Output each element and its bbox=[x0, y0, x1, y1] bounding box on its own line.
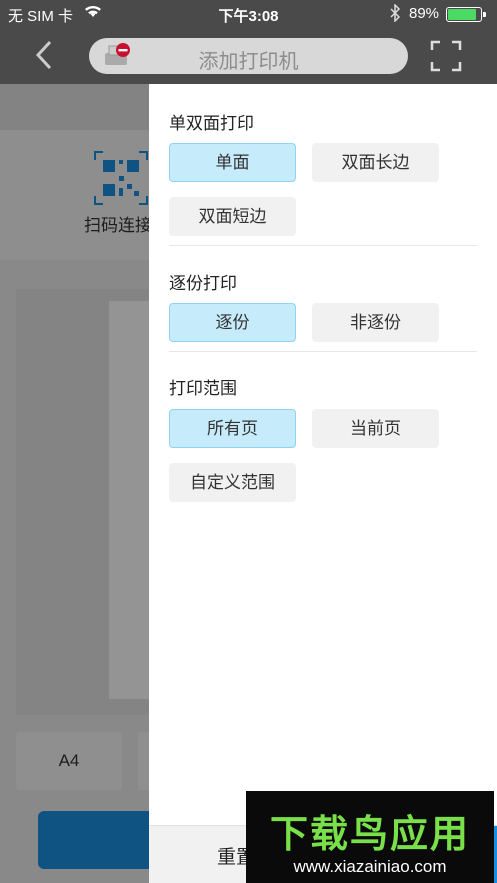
print-options-panel: 单双面打印 单面 双面长边 双面短边 逐份打印 逐份 非逐份 打印范围 所有页 … bbox=[149, 84, 497, 883]
option-no-collate[interactable]: 非逐份 bbox=[312, 303, 439, 342]
duplex-title: 单双面打印 bbox=[169, 114, 254, 133]
battery-percent: 89% bbox=[409, 5, 440, 22]
battery-icon bbox=[446, 7, 486, 22]
status-bar: 无 SIM 卡 下午3:08 89% bbox=[0, 0, 497, 28]
watermark-logo: 下载鸟应用 www.xiazainiao.com bbox=[246, 791, 494, 883]
watermark-title: 下载鸟应用 bbox=[269, 812, 470, 856]
option-single-sided[interactable]: 单面 bbox=[169, 143, 296, 182]
option-duplex-long-edge[interactable]: 双面长边 bbox=[312, 143, 439, 182]
range-title: 打印范围 bbox=[169, 379, 237, 398]
add-printer-search[interactable]: 添加打印机 bbox=[89, 38, 408, 74]
bluetooth-icon bbox=[390, 3, 401, 26]
section-divider bbox=[169, 351, 477, 352]
chevron-left-icon bbox=[35, 40, 52, 70]
option-all-pages[interactable]: 所有页 bbox=[169, 409, 296, 448]
watermark-url: www.xiazainiao.com bbox=[293, 857, 447, 876]
back-button[interactable] bbox=[30, 38, 60, 72]
section-divider bbox=[169, 245, 477, 246]
collate-title: 逐份打印 bbox=[169, 274, 237, 293]
top-bar: 无 SIM 卡 下午3:08 89% 添加打印机 bbox=[0, 0, 497, 84]
scan-frame-icon[interactable] bbox=[430, 40, 462, 72]
option-collate[interactable]: 逐份 bbox=[169, 303, 296, 342]
option-duplex-short-edge[interactable]: 双面短边 bbox=[169, 197, 296, 236]
option-custom-range[interactable]: 自定义范围 bbox=[169, 463, 296, 502]
option-current-page[interactable]: 当前页 bbox=[312, 409, 439, 448]
search-placeholder: 添加打印机 bbox=[198, 51, 299, 73]
